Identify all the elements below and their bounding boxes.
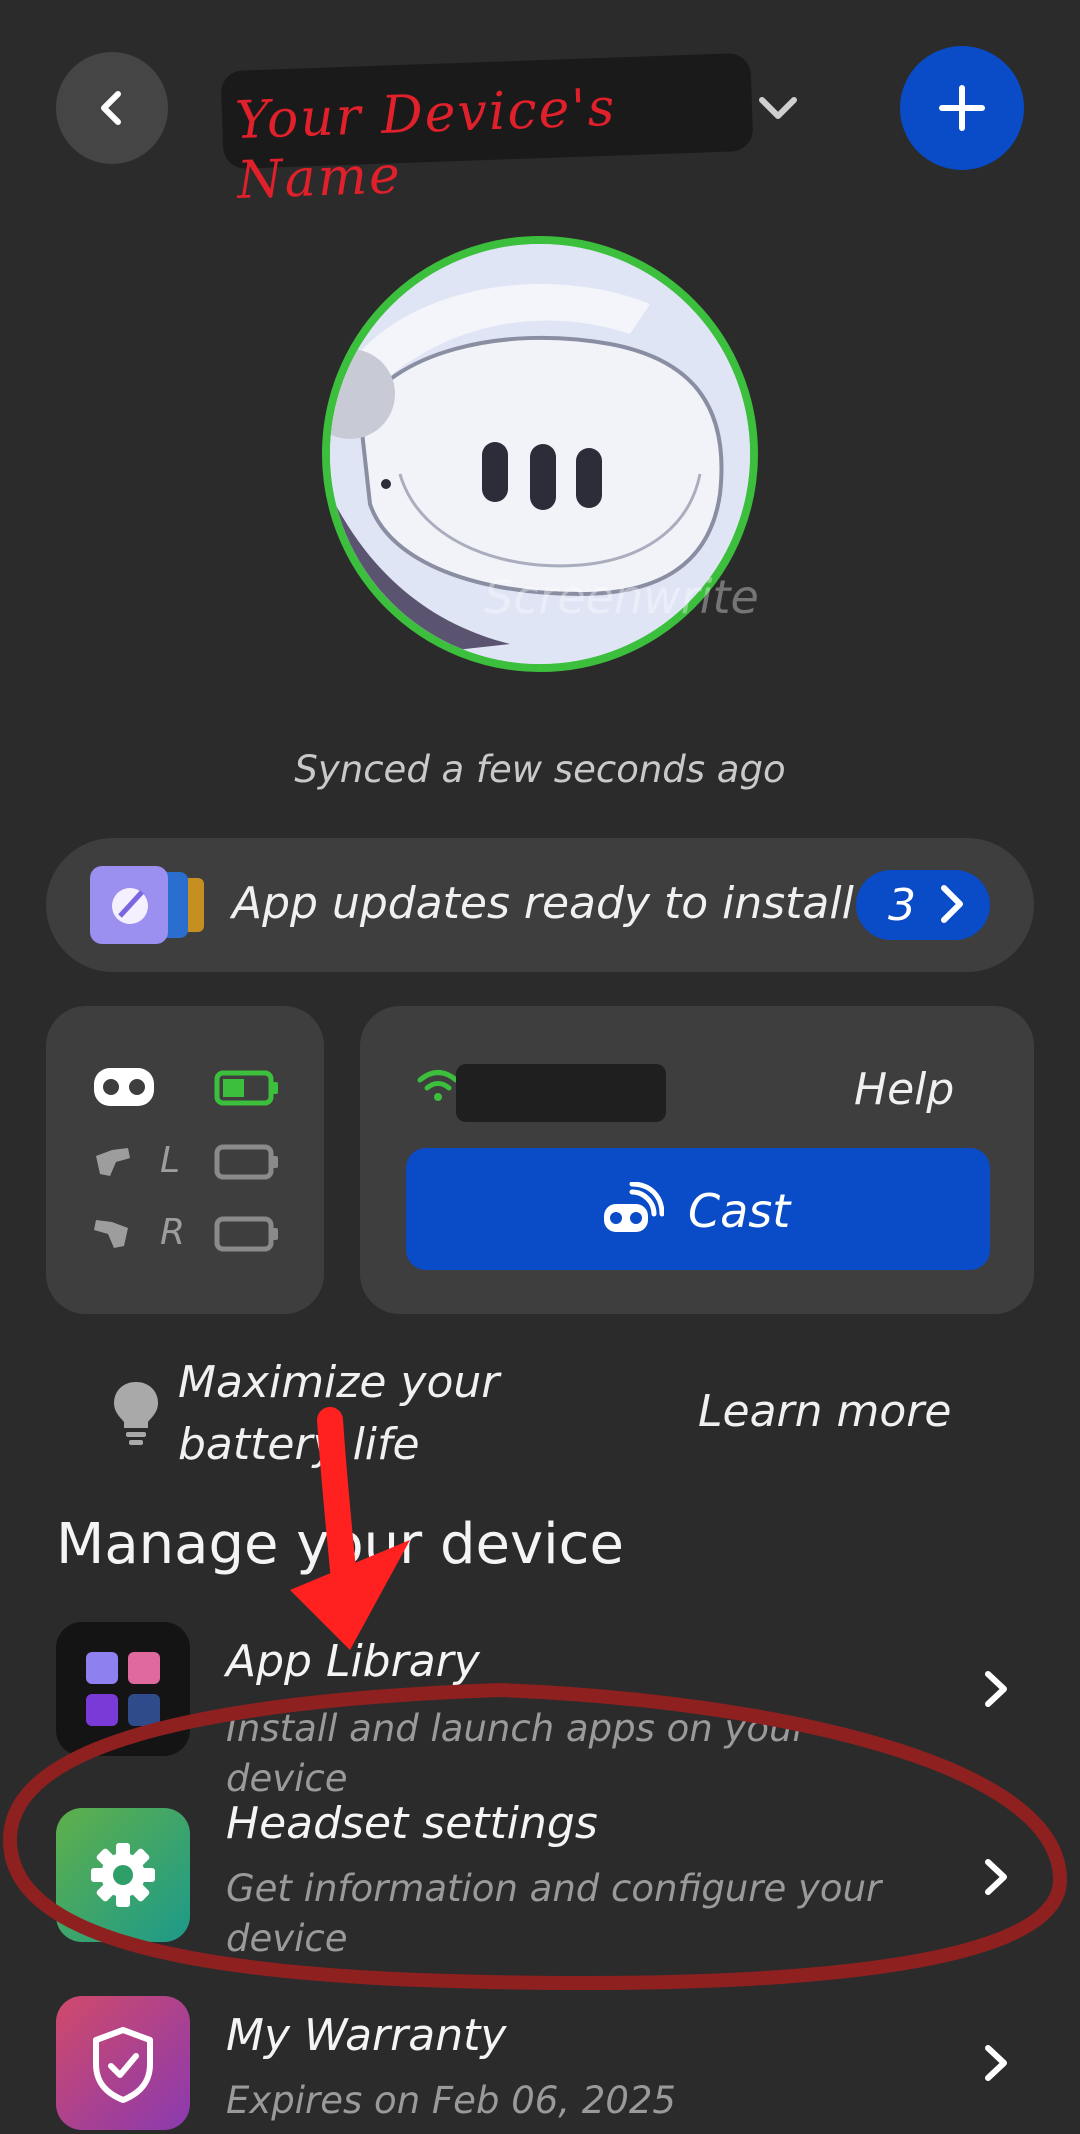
app-library-subtitle: Install and launch apps on your device	[226, 1707, 808, 1800]
right-battery-icon	[214, 1216, 278, 1252]
warranty-title[interactable]: My Warranty	[226, 2010, 506, 2061]
help-link[interactable]: Help	[854, 1064, 954, 1115]
sync-status: Synced a few seconds ago	[294, 748, 786, 791]
plus-icon	[939, 85, 985, 131]
device-name[interactable]: Your Device's Name	[234, 73, 758, 211]
learn-more-link[interactable]: Learn more	[698, 1386, 951, 1437]
left-controller-label: L	[160, 1140, 181, 1181]
right-controller-icon	[94, 1220, 128, 1248]
gear-icon	[91, 1843, 155, 1907]
chevron-right-icon[interactable]	[978, 1854, 1014, 1900]
updates-count: 3	[888, 880, 916, 931]
chevron-right-icon	[941, 885, 963, 923]
warranty-icon	[56, 1996, 190, 2130]
chevron-right-icon[interactable]	[978, 1666, 1014, 1712]
left-controller-icon	[96, 1148, 130, 1176]
wifi-icon	[417, 1070, 459, 1101]
headset-battery-icon	[214, 1070, 278, 1106]
headset-battery-fill	[223, 1079, 244, 1097]
app-library-icon	[56, 1622, 190, 1756]
chevron-left-icon	[101, 91, 121, 125]
battery-tip-text: Maximize your battery life	[178, 1357, 500, 1470]
cast-icon	[604, 1182, 664, 1232]
back-button[interactable]	[56, 52, 168, 164]
lightbulb-icon	[114, 1382, 158, 1445]
watermark: Screenwrite	[484, 570, 759, 624]
app-library-title[interactable]: App Library	[226, 1636, 480, 1687]
headset-settings-title[interactable]: Headset settings	[226, 1798, 598, 1849]
cast-label: Cast	[688, 1184, 791, 1238]
app-updates-label: App updates ready to install	[232, 878, 854, 929]
right-controller-label: R	[160, 1212, 186, 1253]
battery-status-card	[46, 1006, 324, 1314]
section-title: Manage your device	[56, 1512, 624, 1577]
chevron-down-icon[interactable]	[756, 90, 800, 126]
headset-settings-subtitle: Get information and configure your devic…	[226, 1867, 882, 1960]
headset-icon	[94, 1068, 154, 1106]
left-battery-icon	[214, 1144, 278, 1180]
shield-check-icon	[93, 2027, 153, 2103]
warranty-subtitle: Expires on Feb 06, 2025	[226, 2079, 676, 2122]
wifi-name-redaction	[456, 1064, 666, 1122]
headset-settings-icon	[56, 1808, 190, 1942]
chevron-right-icon[interactable]	[978, 2040, 1014, 2086]
add-device-button[interactable]	[900, 46, 1024, 170]
app-icons-stack	[90, 866, 204, 944]
